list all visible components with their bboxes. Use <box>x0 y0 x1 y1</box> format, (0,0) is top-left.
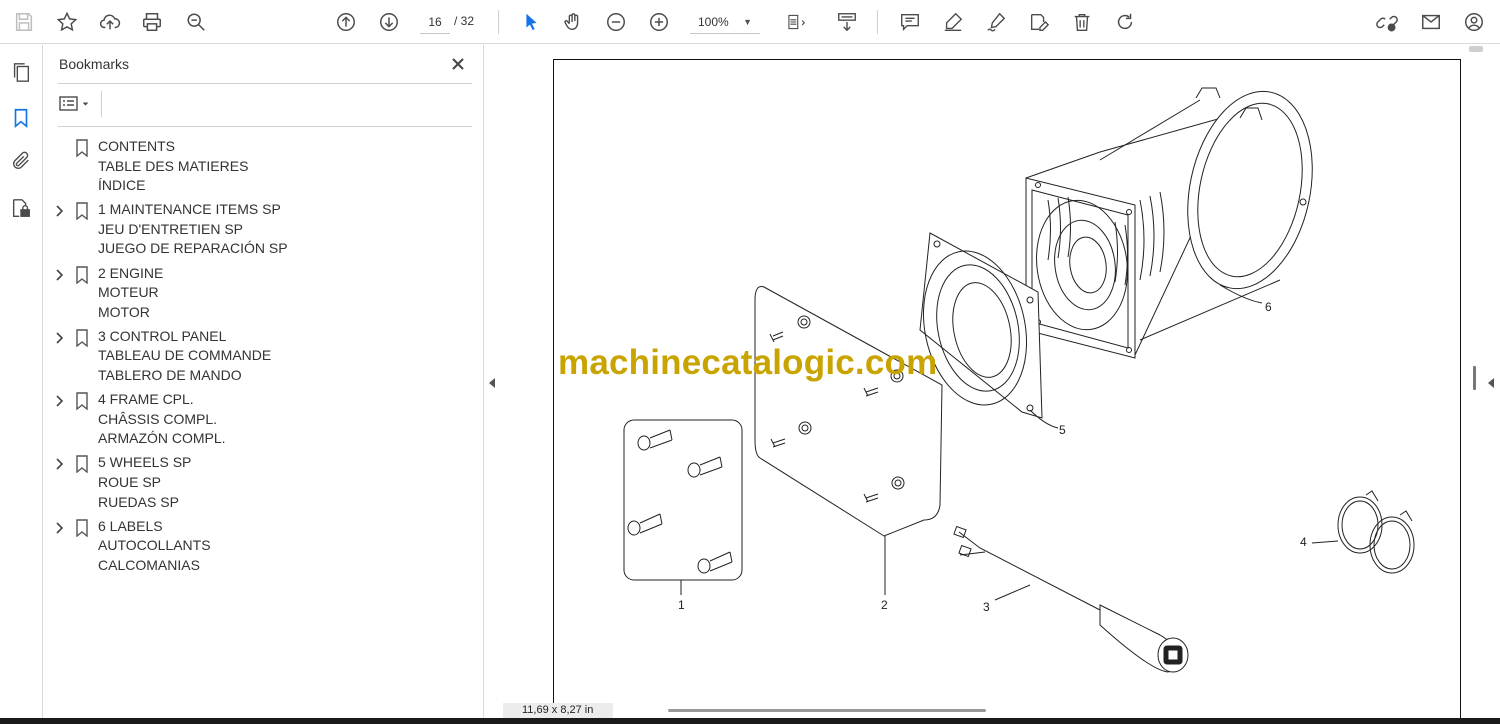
callout-2: 2 <box>881 598 888 612</box>
callout-5: 5 <box>1059 423 1066 437</box>
clamps-drawing <box>1311 490 1415 574</box>
horizontal-scrollbar[interactable] <box>668 709 986 712</box>
bolt-set-2-drawing <box>754 286 943 595</box>
alternator-drawing <box>1025 87 1313 359</box>
page-size-indicator: 11,69 x 8,27 in <box>503 703 613 718</box>
callout-3: 3 <box>983 600 990 614</box>
watermark-text: machinecatalogic.com <box>558 343 938 382</box>
right-panel-grip[interactable] <box>1473 366 1476 390</box>
expand-panel-right-icon[interactable] <box>1486 376 1496 388</box>
scrollbar-thumb[interactable] <box>1469 46 1483 52</box>
callout-6: 6 <box>1265 300 1272 314</box>
callout-4: 4 <box>1300 535 1307 549</box>
taskbar-edge <box>0 718 1500 724</box>
bolt-kit-1-drawing <box>623 419 743 595</box>
callout-1: 1 <box>678 598 685 612</box>
